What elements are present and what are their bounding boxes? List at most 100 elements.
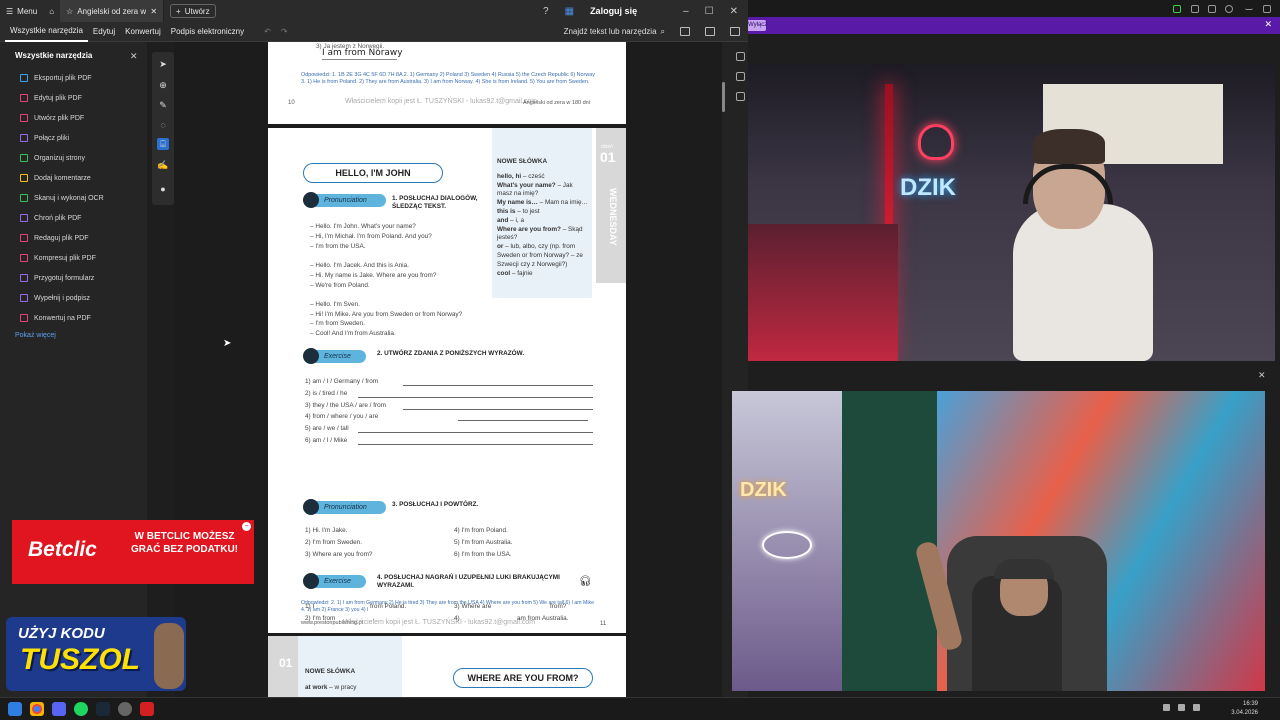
- sidebar-item[interactable]: Redaguj plik PDF: [20, 234, 88, 242]
- tool-icon: [20, 294, 28, 302]
- clock[interactable]: 16:39 3.04.2026: [1231, 700, 1258, 718]
- sidebar-item[interactable]: Organizuj strony: [20, 154, 85, 162]
- tab-esign[interactable]: Podpis elektroniczny: [166, 22, 249, 42]
- home-button[interactable]: ⌂: [43, 0, 60, 22]
- green-curtain: [842, 391, 937, 691]
- tab-edit[interactable]: Edytuj: [88, 22, 120, 42]
- vocab-entry: or – lub, albo, czy (np. from Sweden or …: [497, 243, 583, 268]
- tab-all-tools[interactable]: Wszystkie narzędzia: [5, 22, 88, 42]
- alert-toggle-button[interactable]: Wyłącz: [748, 20, 767, 31]
- close-panel-icon[interactable]: ✕: [130, 51, 138, 62]
- day-strip: dzień 01 WEDNESDAY: [596, 128, 626, 283]
- windows-start-icon[interactable]: [8, 702, 22, 716]
- boar-neon-icon: [762, 531, 812, 559]
- sidebar-item-label: Redaguj plik PDF: [34, 234, 89, 242]
- sidebar-item[interactable]: Utwórz plik PDF: [20, 114, 84, 122]
- sidebar-item-label: Wypełnij i podpisz: [34, 294, 90, 302]
- chrome-icon[interactable]: [30, 702, 44, 716]
- pen-icon[interactable]: ✎: [157, 99, 169, 111]
- volume-icon[interactable]: [1193, 704, 1200, 711]
- discord-icon[interactable]: [52, 702, 66, 716]
- comment-panel-icon[interactable]: [736, 52, 745, 61]
- text-select-icon[interactable]: ⌸: [157, 138, 169, 150]
- minimize-icon[interactable]: [1245, 5, 1253, 10]
- document-tab[interactable]: ☆ Angielski od zera w ... ✕: [60, 0, 165, 22]
- tab-convert[interactable]: Konwertuj: [120, 22, 166, 42]
- show-more-link[interactable]: Pokaż więcej: [15, 332, 56, 339]
- redo-icon[interactable]: ↷: [276, 22, 293, 42]
- document-view[interactable]: 3) Ja jestem z Norwegii. I am from Noraw…: [174, 42, 722, 697]
- tray-icon[interactable]: [1163, 704, 1170, 711]
- sidebar-item[interactable]: Konwertuj na PDF: [20, 314, 91, 322]
- scrollbar-thumb[interactable]: [722, 82, 725, 112]
- spotify-icon[interactable]: [74, 702, 88, 716]
- vocab-entry: My name is… – Mam na imię…: [497, 199, 588, 207]
- stream-alert-bar: Wyłącz ✕: [748, 17, 1280, 34]
- sidebar-item-label: Przygotuj formularz: [34, 274, 95, 282]
- acrobat-icon[interactable]: [140, 702, 154, 716]
- help-icon[interactable]: ?: [543, 6, 549, 17]
- select-cursor-icon[interactable]: ➤: [157, 58, 169, 70]
- find-tools[interactable]: Znajdź tekst lub narzędzia ⌕: [564, 27, 748, 37]
- stamp-icon[interactable]: ✍: [157, 159, 169, 171]
- handwritten-answer: I am from Norawy: [322, 48, 403, 58]
- exercise-item: 4): [454, 615, 460, 622]
- mail-icon[interactable]: [730, 27, 740, 36]
- taskbar: 16:39 3.04.2026: [0, 697, 1280, 720]
- leaf-icon[interactable]: [1173, 5, 1181, 13]
- sidebar-item[interactable]: Edytuj plik PDF: [20, 94, 82, 102]
- undo-icon[interactable]: ↶: [259, 22, 276, 42]
- tools-panel: Wszystkie narzędzia ✕ Eksportuj plik PDF…: [0, 42, 147, 697]
- help-icon[interactable]: [1225, 5, 1233, 13]
- sidebar-item[interactable]: Wypełnij i podpisz: [20, 294, 90, 302]
- color-dot-icon[interactable]: ●: [157, 183, 169, 195]
- exercise-item: from Poland.: [370, 603, 407, 610]
- sidebar-item[interactable]: Chroń plik PDF: [20, 214, 81, 222]
- betclic-ad[interactable]: Betclic W BETCLIC MOŻESZ GRAĆ BEZ PODATK…: [12, 520, 254, 584]
- sidebar-item[interactable]: Kompresuj plik PDF: [20, 254, 96, 262]
- exercise-item: 5) are / we / tall: [305, 425, 349, 433]
- menu-button[interactable]: ☰ Menu: [0, 0, 43, 22]
- maximize-icon[interactable]: ☐: [705, 6, 714, 17]
- steam-icon[interactable]: [96, 702, 110, 716]
- close-alert-icon[interactable]: ✕: [1264, 19, 1272, 30]
- promo-code-ad: UŻYJ KODU TUSZOL: [6, 617, 186, 691]
- day-number: 01: [600, 149, 616, 165]
- new-tab-button[interactable]: + Utwórz: [170, 4, 216, 18]
- dialog-line: – Hello. I'm John. What's your name?: [310, 223, 416, 230]
- sidebar-item[interactable]: Dodaj komentarze: [20, 174, 91, 182]
- obs-icon[interactable]: [118, 702, 132, 716]
- star-icon[interactable]: ☆: [66, 7, 73, 16]
- pronunciation-badge: Pronunciation: [303, 192, 386, 208]
- minimize-icon[interactable]: –: [683, 6, 689, 17]
- network-icon[interactable]: [1178, 704, 1185, 711]
- pages-panel-icon[interactable]: [736, 92, 745, 101]
- sidebar-item[interactable]: Eksportuj plik PDF: [20, 74, 92, 82]
- exercise-item: 2) I'm from: [305, 615, 336, 622]
- vocab-entry: and – i, a: [497, 216, 525, 224]
- exercise-item: 3) Where are: [454, 603, 492, 610]
- export-panel-icon[interactable]: [736, 72, 745, 81]
- sidebar-item[interactable]: Skanuj i wykonaj OCR: [20, 194, 104, 202]
- answer-line: [458, 420, 588, 422]
- watermark-footer: Właścicielem kopii jest Ł. TUSZYŃSKI - l…: [343, 619, 536, 626]
- dialog-line: – Hi, I'm Michał. I'm from Poland. And y…: [310, 232, 432, 240]
- close-cam-icon[interactable]: ✕: [1258, 370, 1266, 381]
- ad-close-icon[interactable]: −: [242, 522, 251, 531]
- maximize-icon[interactable]: [1263, 5, 1271, 13]
- print-icon[interactable]: [705, 27, 715, 36]
- sidebar-item[interactable]: Połącz pliki: [20, 134, 69, 142]
- apps-grid-icon[interactable]: ▦: [565, 6, 574, 17]
- save-icon[interactable]: [680, 27, 690, 36]
- sidebar-item[interactable]: Przygotuj formularz: [20, 274, 94, 282]
- bell-icon[interactable]: [1208, 5, 1216, 13]
- login-button[interactable]: Zaloguj się: [590, 6, 637, 17]
- window-icon[interactable]: [1191, 5, 1199, 13]
- zoom-icon[interactable]: ⊕: [157, 79, 169, 91]
- close-tab-icon[interactable]: ✕: [150, 7, 157, 16]
- webcam-streamer: DZIK: [732, 391, 1265, 691]
- lasso-icon[interactable]: ◌: [157, 119, 169, 131]
- vocab-title: NOWE SŁÓWKA: [305, 668, 356, 675]
- answer-line: [403, 408, 593, 410]
- close-window-icon[interactable]: ✕: [730, 6, 738, 17]
